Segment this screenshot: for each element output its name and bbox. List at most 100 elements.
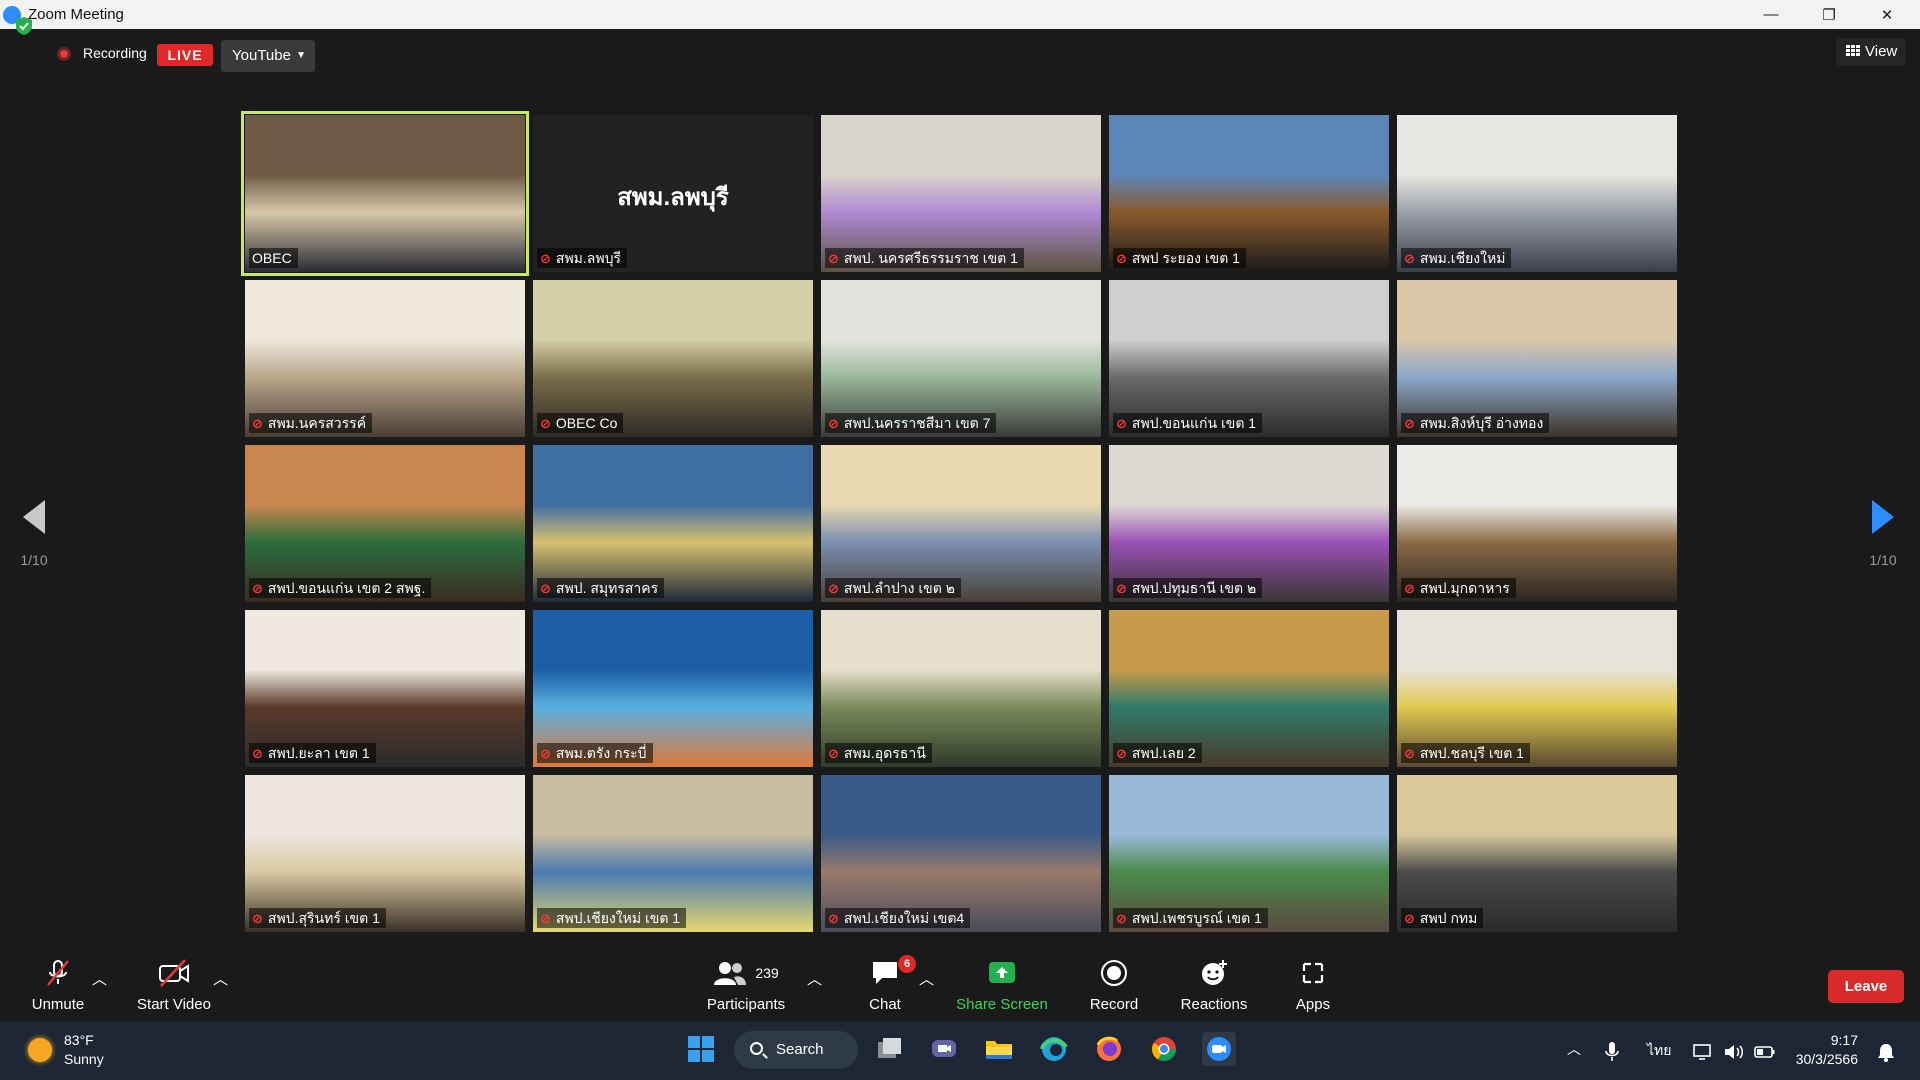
participant-name: สพม.อุดรธานี xyxy=(843,745,926,761)
weather-widget[interactable]: 83°F Sunny xyxy=(64,1031,104,1069)
participant-video-tile[interactable]: ⊘ สพป. นครศรีธรรมราช เขต 1 xyxy=(821,115,1101,272)
muted-mic-icon: ⊘ xyxy=(540,416,551,431)
participant-display-name-large: สพม.ลพบุรี xyxy=(617,184,729,211)
weather-sun-icon[interactable] xyxy=(28,1038,52,1062)
participant-name: สพป.มุกดาหาร xyxy=(1419,580,1510,596)
microphone-tray-icon[interactable] xyxy=(1595,1035,1629,1069)
participant-video-tile[interactable]: ⊘ สพป.เชียงใหม่ เขต4 xyxy=(821,775,1101,932)
participants-options-chevron-icon[interactable]: ︿ xyxy=(807,968,822,989)
participant-name: สพป.ขอนแก่น เขต 2 สพฐ. xyxy=(267,580,426,596)
participant-video-tile[interactable]: ⊘ สพป.นครราชสีมา เขต 7 xyxy=(821,280,1101,437)
chat-unread-badge: 6 xyxy=(898,955,916,973)
page-indicator-right: 1/10 xyxy=(1869,552,1897,568)
start-video-label: Start Video xyxy=(137,996,211,1013)
participants-button[interactable]: 239 Participants xyxy=(702,957,790,1013)
start-video-button[interactable]: Start Video xyxy=(131,957,217,1013)
participant-nameplate: ⊘ สพป.ปทุมธานี เขต ๒ xyxy=(1113,578,1263,598)
show-hidden-icons-chevron-icon[interactable]: ︿ xyxy=(1567,1039,1581,1059)
next-page-button[interactable]: 1/10 xyxy=(1853,500,1913,568)
share-screen-icon xyxy=(952,957,1052,989)
participant-video-tile[interactable]: ⊘ สพป.ชลบุรี เขต 1 xyxy=(1397,610,1677,767)
participant-name: สพป.เลย 2 xyxy=(1131,745,1196,761)
minimize-button[interactable]: — xyxy=(1742,0,1800,29)
participant-video-tile[interactable]: ⊘ สพป.ลำปาง เขต ๒ xyxy=(821,445,1101,602)
encryption-shield-icon[interactable] xyxy=(15,16,33,36)
participants-icon-row: 239 xyxy=(702,957,790,989)
recording-icon[interactable] xyxy=(57,47,71,61)
participant-video-tile[interactable]: ⊘ OBEC Co xyxy=(533,280,813,437)
participant-name: สพป. นครศรีธรรมราช เขต 1 xyxy=(843,250,1018,266)
participant-video-tile[interactable]: ⊘ สพป.เลย 2 xyxy=(1109,610,1389,767)
taskbar-search[interactable]: Search xyxy=(734,1031,858,1069)
zoom-app-taskbar-icon[interactable] xyxy=(1202,1032,1236,1066)
record-label: Record xyxy=(1089,996,1139,1013)
audio-options-chevron-icon[interactable]: ︿ xyxy=(92,968,107,989)
muted-mic-icon: ⊘ xyxy=(540,911,551,926)
participant-video-tile[interactable]: ⊘ สพป. สมุทรสาคร xyxy=(533,445,813,602)
participant-video-tile[interactable]: ⊘ สพป.ปทุมธานี เขต ๒ xyxy=(1109,445,1389,602)
edge-browser-icon[interactable] xyxy=(1037,1032,1071,1066)
unmute-label: Unmute xyxy=(31,996,85,1013)
participant-video-tile[interactable]: สพม.ลพบุรี ⊘ สพม.ลพบุรี xyxy=(533,115,813,272)
participant-video-tile[interactable]: ⊘ สพป.ขอนแก่น เขต 2 สพฐ. xyxy=(245,445,525,602)
teams-chat-icon[interactable] xyxy=(927,1032,961,1066)
participant-nameplate: ⊘ สพป กทม xyxy=(1401,908,1484,928)
muted-mic-icon: ⊘ xyxy=(1116,416,1127,431)
participant-video-tile[interactable]: ⊘ สพป.สุรินทร์ เขต 1 xyxy=(245,775,525,932)
network-tray-icon[interactable] xyxy=(1686,1035,1720,1069)
previous-page-button[interactable]: 1/10 xyxy=(4,500,64,568)
clock-date: 30/3/2566 xyxy=(1795,1051,1858,1067)
participant-video-tile[interactable]: ⊘ สพป.เพชรบูรณ์ เขต 1 xyxy=(1109,775,1389,932)
participant-name: สพป.เชียงใหม่ เขต 1 xyxy=(555,910,681,926)
input-language-indicator[interactable]: ไทย xyxy=(1647,1040,1671,1062)
share-screen-button[interactable]: Share Screen xyxy=(952,957,1052,1013)
firefox-browser-icon[interactable] xyxy=(1092,1032,1126,1066)
participant-video-tile[interactable]: ⊘ สพป.เชียงใหม่ เขต 1 xyxy=(533,775,813,932)
leave-button[interactable]: Leave xyxy=(1828,970,1904,1003)
view-button[interactable]: View xyxy=(1836,38,1906,66)
participant-video-tile[interactable]: ⊘ สพม.นครสวรรค์ xyxy=(245,280,525,437)
participant-nameplate: ⊘ สพม.อุดรธานี xyxy=(825,743,932,763)
reactions-button[interactable]: Reactions xyxy=(1176,957,1252,1013)
task-view-icon[interactable] xyxy=(873,1032,907,1066)
file-explorer-icon[interactable] xyxy=(982,1032,1016,1066)
participant-video-tile[interactable]: ⊘ สพม.ตรัง กระบี่ xyxy=(533,610,813,767)
taskbar-clock[interactable]: 9:17 30/3/2566 xyxy=(1788,1031,1858,1069)
participant-video-tile[interactable]: ⊘ สพป กทม xyxy=(1397,775,1677,932)
muted-mic-icon: ⊘ xyxy=(1404,911,1415,926)
muted-mic-icon: ⊘ xyxy=(828,416,839,431)
participant-name: สพป.ขอนแก่น เขต 1 xyxy=(1131,415,1257,431)
participant-nameplate: ⊘ สพป ระยอง เขต 1 xyxy=(1113,248,1246,268)
participant-video-tile[interactable]: ⊘ สพป.ขอนแก่น เขต 1 xyxy=(1109,280,1389,437)
video-options-chevron-icon[interactable]: ︿ xyxy=(213,968,228,989)
record-button[interactable]: Record xyxy=(1083,957,1145,1013)
live-badge[interactable]: LIVE xyxy=(157,44,213,66)
battery-tray-icon[interactable] xyxy=(1748,1035,1782,1069)
participant-name: OBEC Co xyxy=(555,415,618,431)
volume-tray-icon[interactable] xyxy=(1717,1035,1751,1069)
participant-video-tile[interactable]: ⊘ สพม.อุดรธานี xyxy=(821,610,1101,767)
unmute-button[interactable]: Unmute xyxy=(18,957,98,1013)
participant-video-tile[interactable]: ⊘ สพม.เชียงใหม่ xyxy=(1397,115,1677,272)
participant-video-tile[interactable]: ⊘ สพป.มุกดาหาร xyxy=(1397,445,1677,602)
chrome-browser-icon[interactable] xyxy=(1147,1032,1181,1066)
participants-icon xyxy=(714,962,747,985)
close-button[interactable]: ✕ xyxy=(1858,0,1916,29)
livestream-target-dropdown[interactable]: YouTube ▼ xyxy=(221,40,315,72)
page-indicator-left: 1/10 xyxy=(20,552,48,568)
record-icon xyxy=(1083,957,1145,989)
notification-bell-icon[interactable] xyxy=(1869,1035,1903,1069)
windows-start-icon[interactable] xyxy=(684,1032,718,1066)
muted-mic-icon: ⊘ xyxy=(828,746,839,761)
participant-video-tile[interactable]: OBEC xyxy=(241,111,529,276)
participant-name: สพป ระยอง เขต 1 xyxy=(1131,250,1240,266)
participant-name: สพป.สุรินทร์ เขต 1 xyxy=(267,910,380,926)
chat-options-chevron-icon[interactable]: ︿ xyxy=(919,968,934,989)
participant-video-tile[interactable]: ⊘ สพป ระยอง เขต 1 xyxy=(1109,115,1389,272)
chat-button[interactable]: 6 Chat xyxy=(860,955,916,1013)
participant-video-tile[interactable]: ⊘ สพป.ยะลา เขต 1 xyxy=(245,610,525,767)
participant-video-tile[interactable]: ⊘ สพม.สิงห์บุรี อ่างทอง xyxy=(1397,280,1677,437)
apps-button[interactable]: Apps xyxy=(1290,957,1336,1013)
participant-name: สพป.นครราชสีมา เขต 7 xyxy=(843,415,991,431)
restore-button[interactable]: ❐ xyxy=(1800,0,1858,29)
